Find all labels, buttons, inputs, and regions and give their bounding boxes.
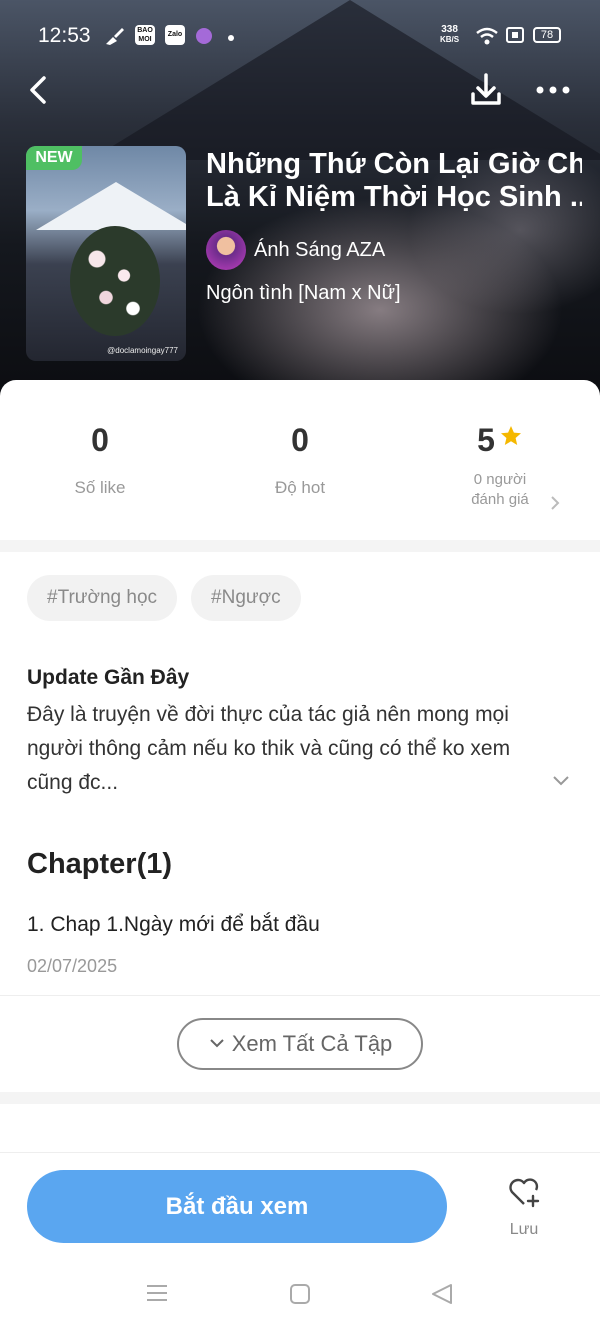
wifi-icon <box>475 26 499 49</box>
rating-stat[interactable]: 5 0 người đánh giá <box>400 420 600 510</box>
notification-dot-icon <box>227 30 235 45</box>
rating-label-line-2: đánh giá <box>471 491 529 508</box>
bottom-bar-divider <box>0 1152 600 1153</box>
section-divider <box>0 1092 600 1104</box>
book-title-line-1: Những Thứ Còn Lại Giờ Chỉ <box>206 148 582 180</box>
network-speed-value: 338 <box>441 24 458 35</box>
download-icon <box>471 73 501 105</box>
chapter-heading: Chapter(1) <box>27 848 173 880</box>
rating-number: 5 <box>477 422 495 458</box>
chevron-down-icon <box>209 1039 224 1048</box>
detail-card: 0 Số like 0 Độ hot 5 0 người đánh giá #T… <box>0 380 600 1333</box>
rating-value: 5 <box>400 420 600 460</box>
back-button[interactable] <box>22 70 58 110</box>
start-reading-button[interactable]: Bắt đầu xem <box>27 1170 447 1243</box>
tag-nguoc[interactable]: #Ngược <box>191 575 301 621</box>
view-all-chapters-button[interactable]: Xem Tất Cả Tập <box>177 1018 423 1070</box>
likes-value: 0 <box>91 422 109 458</box>
home-icon[interactable] <box>289 1283 311 1305</box>
author-name: Ánh Sáng AZA <box>254 238 386 261</box>
status-time: 12:53 <box>38 24 91 47</box>
star-icon <box>500 426 521 445</box>
zalo-app-icon: Zalo <box>165 25 185 45</box>
genre-label: Ngôn tình [Nam x Nữ] <box>206 282 401 304</box>
network-speed-unit: KB/S <box>440 35 460 44</box>
book-title-line-2: Là Kỉ Niệm Thời Học Sinh ... <box>206 181 582 213</box>
brain-icon <box>194 26 214 49</box>
status-bar: 12:53 BAO MOI Zalo 338 KB/S 78 <box>0 0 600 72</box>
author-link[interactable]: Ánh Sáng AZA <box>206 230 385 270</box>
update-description: Đây là truyện về đời thực của tác giả nê… <box>27 703 511 794</box>
divider <box>0 995 600 996</box>
hero-header: 12:53 BAO MOI Zalo 338 KB/S 78 @doclamoi… <box>0 0 600 410</box>
chapter-date: 02/07/2025 <box>27 956 118 976</box>
back-triangle-icon[interactable] <box>430 1283 454 1305</box>
likes-stat: 0 Số like <box>0 420 200 498</box>
chevron-down-icon <box>553 776 569 786</box>
chapter-list-item[interactable]: 1. Chap 1.Ngày mới để bắt đầu <box>27 913 320 937</box>
cover-watermark: @doclamoingay777 <box>107 346 178 355</box>
new-badge: NEW <box>26 146 82 170</box>
more-options-button[interactable] <box>532 76 574 104</box>
download-button[interactable] <box>466 70 506 110</box>
rating-label-line-1: 0 người <box>473 471 527 488</box>
update-title: Update Gần Đây <box>27 666 190 689</box>
avatar <box>206 230 246 270</box>
more-horizontal-icon <box>536 86 570 94</box>
hot-label: Độ hot <box>274 478 326 497</box>
save-button[interactable]: Lưu <box>500 1174 548 1239</box>
battery-indicator: 78 <box>533 27 561 43</box>
chevron-left-icon <box>30 76 46 104</box>
broom-icon <box>104 26 126 49</box>
baomoi-app-icon: BAO MOI <box>135 25 155 45</box>
view-all-label: Xem Tất Cả Tập <box>231 1031 393 1056</box>
network-speed: 338 KB/S <box>440 25 459 45</box>
hot-value: 0 <box>291 422 309 458</box>
cover-flowers <box>70 226 160 336</box>
chevron-right-icon[interactable] <box>550 495 560 516</box>
tag-truong-hoc[interactable]: #Trường học <box>27 575 178 621</box>
tag-list: #Trường học #Ngược <box>27 575 315 621</box>
stats-row: 0 Số like 0 Độ hot 5 0 người đánh giá <box>0 420 600 530</box>
menu-icon[interactable] <box>146 1283 168 1303</box>
hot-stat: 0 Độ hot <box>200 420 400 498</box>
book-cover-image: @doclamoingay777 <box>26 146 186 361</box>
expand-description-button[interactable] <box>551 770 571 790</box>
system-navigation-bar <box>0 1275 600 1315</box>
section-divider <box>0 540 600 552</box>
cover-mountain <box>36 182 186 230</box>
rating-count-label: 0 người đánh giá <box>400 470 600 510</box>
sim-icon <box>506 27 524 46</box>
save-label: Lưu <box>509 1221 539 1238</box>
heart-add-icon <box>509 1178 540 1208</box>
likes-label: Số like <box>74 478 126 497</box>
book-title: Những Thứ Còn Lại Giờ Chỉ Là Kỉ Niệm Thờ… <box>206 148 582 214</box>
